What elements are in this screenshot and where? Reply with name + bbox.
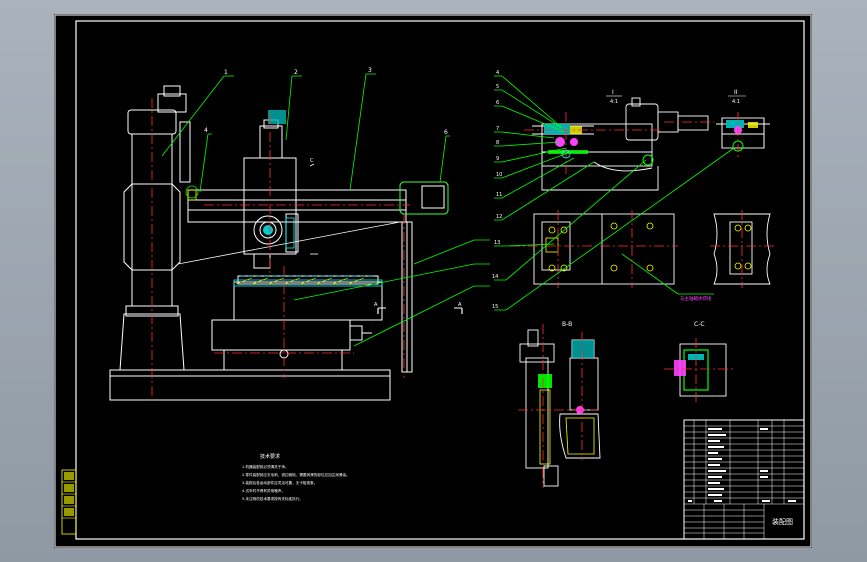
balloon-r6: 6 xyxy=(496,100,499,106)
assembly-drawing: 1 2 3 4 6 A A C I 4:1 II 4:1 与主轴箱体焊接 4 5… xyxy=(54,14,812,548)
sheet-inner-border xyxy=(75,20,805,540)
balloon-r4: 4 xyxy=(496,70,499,76)
plate-view xyxy=(533,213,771,285)
sheet-outer-border xyxy=(54,14,812,548)
section-marker-a: A xyxy=(374,302,378,308)
note-2: 2.零件装配前应去毛刺、锐边倒钝，需要润滑的部位应加注润滑油。 xyxy=(242,472,350,477)
section-marker-c: C xyxy=(310,158,314,164)
drawing-canvas[interactable]: 1 2 3 4 6 A A C I 4:1 II 4:1 与主轴箱体焊接 4 5… xyxy=(54,14,812,548)
right-leaders xyxy=(494,75,735,311)
detail-view-1-color xyxy=(524,112,714,174)
weld-note: 与主轴箱体焊接 xyxy=(680,295,712,302)
balloon-r12: 12 xyxy=(496,214,502,220)
balloon-3: 3 xyxy=(368,67,372,74)
title-block: 装配图 xyxy=(683,419,805,540)
main-view-balloons: 1 2 3 4 6 xyxy=(204,67,448,136)
balloon-r15: 15 xyxy=(492,304,498,310)
section-markers: A A C xyxy=(309,158,463,314)
detail-view-2-color xyxy=(726,112,758,160)
detail-1-scale: 4:1 xyxy=(610,99,618,105)
section-b-b: B-B xyxy=(518,321,601,488)
note-1: 1.机器装配前必须清洗干净。 xyxy=(242,464,289,469)
plate-view-note: 与主轴箱体焊接 xyxy=(621,253,714,302)
balloon-2: 2 xyxy=(294,69,298,76)
balloon-r11: 11 xyxy=(496,192,502,198)
detail-2-title: II xyxy=(734,89,738,96)
section-b-b-label: B-B xyxy=(562,321,572,328)
section-c-c: C-C xyxy=(664,321,734,402)
balloon-r13: 13 xyxy=(494,240,500,246)
section-c-c-label: C-C xyxy=(694,321,705,328)
note-4: 4.试车时不得有异常噪声。 xyxy=(242,488,285,493)
detail-2-scale: 4:1 xyxy=(732,99,740,105)
detail-1-title: I xyxy=(612,89,614,96)
note-5: 5.未注明的技术要求按有关标准执行。 xyxy=(242,496,303,501)
balloon-r14: 14 xyxy=(492,274,498,280)
balloon-r7: 7 xyxy=(496,126,499,132)
technical-notes: 技术要求 1.机器装配前必须清洗干净。 2.零件装配前应去毛刺、锐边倒钝，需要润… xyxy=(242,453,350,501)
balloon-r9: 9 xyxy=(496,156,499,162)
balloon-1: 1 xyxy=(224,69,228,76)
detail-view-2-label: II 4:1 xyxy=(728,89,746,105)
cad-viewport[interactable]: 1 2 3 4 6 A A C I 4:1 II 4:1 与主轴箱体焊接 4 5… xyxy=(0,0,867,562)
detail-view-1-label: I 4:1 xyxy=(606,89,622,105)
balloon-4: 4 xyxy=(204,127,208,134)
balloon-6: 6 xyxy=(444,129,448,136)
balloon-r8: 8 xyxy=(496,140,499,146)
main-view-highlights xyxy=(151,98,449,402)
balloon-r5: 5 xyxy=(496,84,499,90)
notes-title: 技术要求 xyxy=(260,453,280,460)
balloon-r10: 10 xyxy=(496,172,502,178)
main-view-drill xyxy=(109,85,449,401)
section-marker-a-2: A xyxy=(458,302,462,308)
margin-stamp xyxy=(61,469,77,535)
note-3: 3.装配后各运动部件应灵活可靠，无卡阻现象。 xyxy=(242,480,317,485)
drawing-name: 装配图 xyxy=(772,517,793,526)
